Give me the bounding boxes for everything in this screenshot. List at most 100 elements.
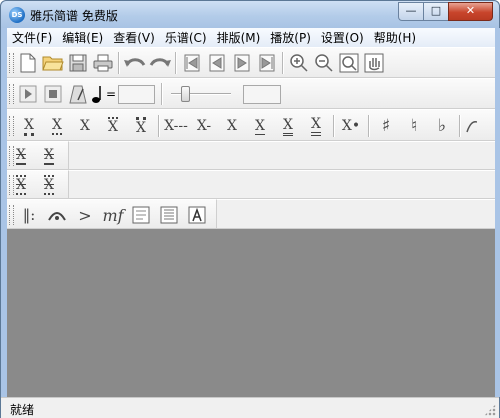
app-window: DS 雅乐简谱 免费版 — □ ✕ 文件(F) 编辑(E) 查看(V) 乐谱(C… xyxy=(0,0,500,418)
zoom-out-icon[interactable] xyxy=(311,51,336,75)
note-normal[interactable]: X xyxy=(71,112,99,140)
menu-view[interactable]: 查看(V) xyxy=(108,29,160,46)
text-block-icon[interactable] xyxy=(155,201,183,229)
note-label: X xyxy=(108,117,118,135)
toolbar-empty-area xyxy=(69,170,495,199)
tempo-equals-label: = xyxy=(106,87,117,101)
note-dotted[interactable]: X• xyxy=(337,112,365,140)
toolbar-separator xyxy=(158,115,159,137)
tie-icon[interactable] xyxy=(463,112,479,140)
fit-page-icon[interactable] xyxy=(336,51,361,75)
note-thirty-second[interactable]: X xyxy=(302,112,330,140)
app-logo-icon[interactable]: DS xyxy=(9,7,25,23)
note-label: ♮ xyxy=(410,116,418,136)
toolbar-empty-area xyxy=(69,141,495,170)
note-toolbar-3: X X xyxy=(7,172,63,198)
status-bar: 就绪 xyxy=(1,397,499,418)
note-label: ♯ xyxy=(381,116,391,136)
stop-icon[interactable] xyxy=(40,82,65,106)
title-bar[interactable]: DS 雅乐简谱 免费版 — □ ✕ xyxy=(1,1,499,28)
metronome-icon[interactable] xyxy=(65,82,90,106)
menu-play[interactable]: 播放(P) xyxy=(265,29,316,46)
note-label: X xyxy=(16,175,26,195)
undo-icon[interactable] xyxy=(122,51,147,75)
maximize-button[interactable]: □ xyxy=(423,2,449,21)
note-toolbar-2: X X xyxy=(7,143,63,169)
minimize-button[interactable]: — xyxy=(398,2,424,21)
toolbar-separator xyxy=(459,115,460,137)
redo-icon[interactable] xyxy=(147,51,172,75)
play-icon[interactable] xyxy=(15,82,40,106)
menu-bar: 文件(F) 编辑(E) 查看(V) 乐谱(C) 排版(M) 播放(P) 设置(O… xyxy=(7,28,495,47)
note-label: X xyxy=(227,118,237,134)
window-title: 雅乐简谱 免费版 xyxy=(30,9,118,23)
note-toolbar: X X X X X X--- X- X X X X X• ♯ ♮ ♭ xyxy=(7,113,479,139)
resize-grip-icon[interactable] xyxy=(484,404,496,416)
note-label: X xyxy=(283,117,293,136)
main-toolbar-row xyxy=(7,47,495,78)
note-label: X xyxy=(80,118,90,134)
note-low-octave-2[interactable]: X xyxy=(15,112,43,140)
document-workspace[interactable] xyxy=(7,229,495,397)
menu-layout[interactable]: 排版(M) xyxy=(212,29,266,46)
note-whole[interactable]: X--- xyxy=(162,112,190,140)
note-high-octave-1[interactable]: X xyxy=(99,112,127,140)
new-file-icon[interactable] xyxy=(15,51,40,75)
natural-icon[interactable]: ♮ xyxy=(400,112,428,140)
sharp-icon[interactable]: ♯ xyxy=(372,112,400,140)
menu-help[interactable]: 帮助(H) xyxy=(369,29,421,46)
note-quarter[interactable]: X xyxy=(218,112,246,140)
position-slider[interactable] xyxy=(171,84,232,104)
symbol-label: > xyxy=(78,205,92,225)
last-page-icon[interactable] xyxy=(254,51,279,75)
hand-pan-icon[interactable] xyxy=(361,51,386,75)
note-high-octave-2[interactable]: X xyxy=(127,112,155,140)
window-right-border xyxy=(495,28,500,397)
note-half[interactable]: X- xyxy=(190,112,218,140)
flat-icon[interactable]: ♭ xyxy=(428,112,456,140)
prev-page-icon[interactable] xyxy=(204,51,229,75)
note-sixteenth[interactable]: X xyxy=(274,112,302,140)
note-strike-dot-low[interactable]: X xyxy=(7,171,35,199)
note-label: X xyxy=(44,175,54,195)
note-label: X xyxy=(136,116,146,136)
status-text: 就绪 xyxy=(10,403,35,417)
print-icon[interactable] xyxy=(90,51,115,75)
note-toolbar-row: X X X X X X--- X- X X X X X• ♯ ♮ ♭ xyxy=(7,109,495,141)
main-toolbar xyxy=(7,50,386,76)
note-strike-low[interactable]: X xyxy=(7,142,35,170)
position-input[interactable] xyxy=(243,84,282,104)
accent-icon[interactable]: > xyxy=(71,201,99,229)
note-strike-dot-high[interactable]: X xyxy=(35,171,63,199)
symbol-toolbar-row: ‖: > mf xyxy=(7,199,217,229)
lyrics-icon[interactable] xyxy=(127,201,155,229)
close-button[interactable]: ✕ xyxy=(448,2,493,21)
menu-edit[interactable]: 编辑(E) xyxy=(57,29,108,46)
open-folder-icon[interactable] xyxy=(40,51,65,75)
note-eighth[interactable]: X xyxy=(246,112,274,140)
dynamics-icon[interactable]: mf xyxy=(99,201,127,229)
menu-file[interactable]: 文件(F) xyxy=(7,29,57,46)
slider-thumb[interactable] xyxy=(181,86,191,102)
tempo-input[interactable] xyxy=(118,84,156,104)
toolbar-separator xyxy=(368,115,369,137)
next-page-icon[interactable] xyxy=(229,51,254,75)
first-page-icon[interactable] xyxy=(179,51,204,75)
menu-settings[interactable]: 设置(O) xyxy=(316,29,369,46)
font-icon[interactable] xyxy=(183,201,211,229)
toolbar-separator xyxy=(161,83,163,105)
note-label: X• xyxy=(341,118,361,134)
note-label: X xyxy=(16,147,26,165)
note-toolbar-2-row: X X xyxy=(7,141,69,170)
symbol-label: ‖: xyxy=(22,206,36,224)
save-disk-icon[interactable] xyxy=(65,51,90,75)
zoom-in-icon[interactable] xyxy=(286,51,311,75)
note-label: X--- xyxy=(164,118,188,134)
playback-toolbar-row: = xyxy=(7,78,495,109)
repeat-start-icon[interactable]: ‖: xyxy=(15,201,43,229)
note-low-octave-1[interactable]: X xyxy=(43,112,71,140)
note-strike-high[interactable]: X xyxy=(35,142,63,170)
fermata-icon[interactable] xyxy=(43,201,71,229)
menu-score[interactable]: 乐谱(C) xyxy=(160,29,212,46)
toolbar-separator xyxy=(175,52,176,74)
